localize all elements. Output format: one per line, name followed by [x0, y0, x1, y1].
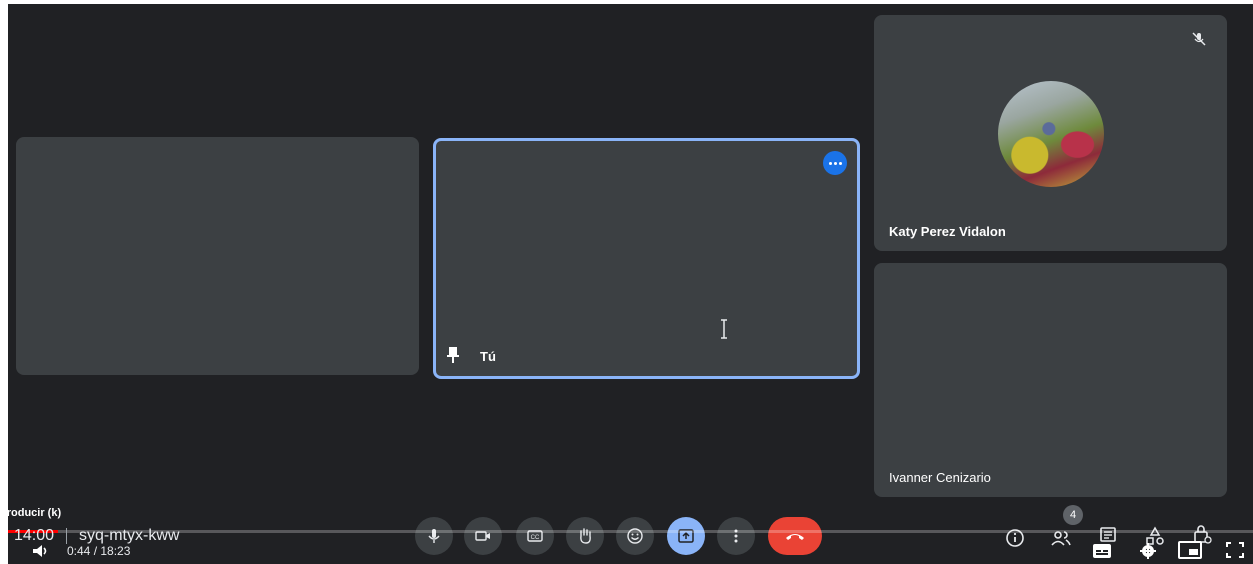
- mic-off-icon: [1192, 32, 1206, 46]
- svg-text:CC: CC: [531, 535, 540, 541]
- play-tooltip: producir (k): [0, 507, 62, 519]
- participant-tile-katy[interactable]: Katy Perez Vidalon: [874, 15, 1227, 251]
- present-button[interactable]: [667, 517, 705, 555]
- end-call-button[interactable]: [768, 517, 822, 555]
- raise-hand-button[interactable]: [566, 517, 604, 555]
- tile-options-button[interactable]: [823, 151, 847, 175]
- video-progress-bar[interactable]: [8, 530, 1253, 533]
- divider: [66, 528, 67, 544]
- participant-count-badge: 4: [1063, 505, 1083, 525]
- self-tile[interactable]: Tú: [433, 138, 860, 379]
- self-name-label: Tú: [480, 349, 496, 364]
- avatar: [998, 81, 1104, 187]
- mic-button[interactable]: [415, 517, 453, 555]
- participant-name: Katy Perez Vidalon: [889, 224, 1006, 239]
- meeting-time: 14:00: [14, 527, 55, 544]
- pin-icon[interactable]: [446, 346, 460, 364]
- more-options-button[interactable]: [717, 517, 755, 555]
- participant-tile-ivanner[interactable]: Ivanner Cenizario: [874, 263, 1227, 497]
- play-icon[interactable]: [0, 545, 8, 557]
- meeting-code: syq-mtyx-kww: [79, 527, 180, 544]
- subtitles-icon[interactable]: [1092, 543, 1112, 559]
- volume-icon[interactable]: [32, 544, 50, 558]
- fullscreen-icon[interactable]: [1226, 542, 1244, 558]
- settings-gear-icon[interactable]: [1139, 542, 1157, 560]
- text-cursor-icon: [721, 319, 727, 339]
- miniplayer-icon[interactable]: [1178, 541, 1202, 559]
- participant-tile-empty[interactable]: [16, 137, 419, 375]
- meet-stage: Tú Katy Perez Vidalon Ivanner Cenizario: [8, 4, 1253, 564]
- participant-name: Ivanner Cenizario: [889, 470, 991, 485]
- captions-button[interactable]: CC: [516, 517, 554, 555]
- emoji-button[interactable]: [616, 517, 654, 555]
- video-time-display: 0:44 / 18:23: [67, 544, 131, 558]
- camera-button[interactable]: [464, 517, 502, 555]
